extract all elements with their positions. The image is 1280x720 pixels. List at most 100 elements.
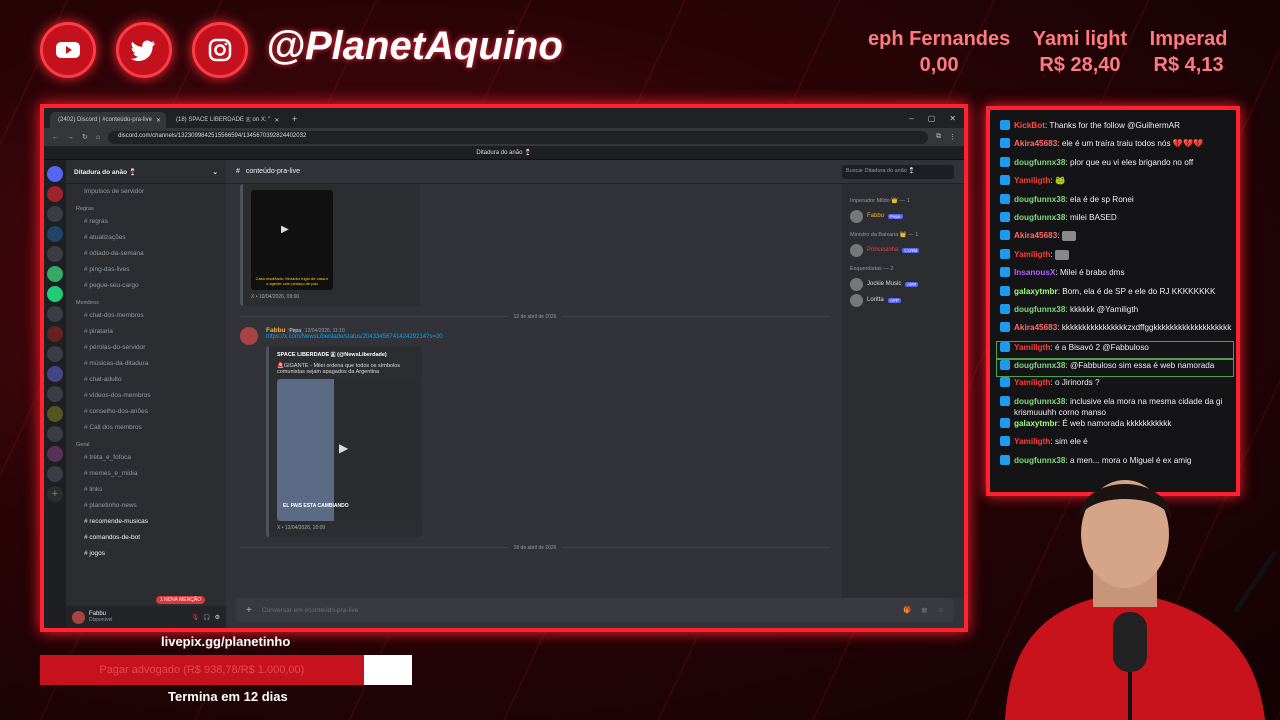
chat-username[interactable]: galaxytmbr xyxy=(1014,419,1058,428)
server-icon[interactable] xyxy=(47,406,63,422)
chat-username[interactable]: dougfunnx38 xyxy=(1014,397,1065,406)
avatar[interactable] xyxy=(72,610,85,624)
category-header[interactable]: Regras xyxy=(66,200,226,214)
menu-icon[interactable]: ⋮ xyxy=(949,133,956,141)
sidebar-item-channel[interactable]: # pirataria xyxy=(66,324,226,340)
reload-icon[interactable]: ↻ xyxy=(82,133,88,141)
chat-username[interactable]: dougfunnx38 xyxy=(1014,213,1065,222)
server-icon[interactable] xyxy=(47,206,63,222)
sidebar-item-channel[interactable]: # chat-adulto xyxy=(66,372,226,388)
member-item[interactable]: Princesinha CLRM xyxy=(850,242,956,258)
forward-icon[interactable]: → xyxy=(67,134,74,141)
sidebar-item-channel[interactable]: # recomende-musicas xyxy=(66,514,226,530)
chat-username[interactable]: Yamiligth xyxy=(1014,378,1050,387)
new-mention-badge[interactable]: 1 NOVA MENÇÃO xyxy=(156,596,206,604)
server-icon[interactable] xyxy=(47,446,63,462)
sidebar-item-channel[interactable]: # pegue-seu-cargo xyxy=(66,278,226,294)
settings-gear-icon[interactable]: ⚙ xyxy=(215,614,220,621)
chat-username[interactable]: dougfunnx38 xyxy=(1014,195,1065,204)
play-icon[interactable]: ▶ xyxy=(281,224,289,235)
member-item[interactable]: Jockie Music APP xyxy=(850,276,956,292)
server-icon[interactable] xyxy=(47,226,63,242)
chat-username[interactable]: Yamiligth xyxy=(1014,250,1050,259)
headphones-icon[interactable]: 🎧 xyxy=(203,614,210,621)
play-icon[interactable]: ▶ xyxy=(339,441,348,455)
new-tab-icon[interactable]: + xyxy=(286,114,303,128)
sidebar-item-channel[interactable]: # vídeos-dos-membros xyxy=(66,388,226,404)
server-icon[interactable] xyxy=(47,366,63,382)
chat-username[interactable]: Akira45683 xyxy=(1014,231,1057,240)
sidebar-item-channel[interactable]: # comandos-de-bot xyxy=(66,530,226,546)
chat-username[interactable]: Yamiligth xyxy=(1014,176,1050,185)
category-header[interactable]: Membros xyxy=(66,294,226,308)
embed-title[interactable]: SPACE LIBERDADE 🇦 (@NewsLiberdade) xyxy=(277,352,414,359)
sidebar-item-channel[interactable]: # atualizações xyxy=(66,230,226,246)
video-thumbnail[interactable]: ▶ Caso insolitado: Morador fugiu de casa… xyxy=(251,190,333,290)
discord-home-icon[interactable] xyxy=(47,166,63,182)
close-window-icon[interactable]: ✕ xyxy=(949,114,956,123)
sidebar-item-channel[interactable]: # treta_e_fofoca xyxy=(66,450,226,466)
sidebar-item-channel[interactable]: # conselho-dos-anões xyxy=(66,404,226,420)
chat-username[interactable]: InsanousX xyxy=(1014,268,1055,277)
server-icon[interactable] xyxy=(47,386,63,402)
sidebar-item-channel[interactable]: # ping-das-lives xyxy=(66,262,226,278)
chat-username[interactable]: dougfunnx38 xyxy=(1014,158,1065,167)
server-icon[interactable] xyxy=(47,246,63,262)
mute-icon[interactable]: 🎙 xyxy=(192,614,200,621)
tab-x[interactable]: (18) SPACE LIBERDADE 🇦 on X: " ✕ xyxy=(168,112,284,128)
server-icon[interactable] xyxy=(47,286,63,302)
sidebar-item-channel[interactable]: # links xyxy=(66,482,226,498)
message-author[interactable]: Fabbu xyxy=(266,327,286,334)
instagram-icon xyxy=(192,22,248,78)
avatar[interactable] xyxy=(240,327,258,345)
sidebar-item-channel[interactable]: # músicas-da-ditadura xyxy=(66,356,226,372)
gif-icon[interactable]: ▦ xyxy=(921,606,927,614)
server-icon[interactable] xyxy=(47,426,63,442)
sidebar-item-channel[interactable]: # chat-dos-membros xyxy=(66,308,226,324)
member-item[interactable]: Loritta APP xyxy=(850,292,956,308)
search-input[interactable]: Buscar Ditadura do anão 🍷 xyxy=(842,164,954,179)
chat-username[interactable]: dougfunnx38 xyxy=(1014,361,1065,370)
sidebar-item-channel[interactable]: # odiado-da-semana xyxy=(66,246,226,262)
server-icon[interactable] xyxy=(47,306,63,322)
server-icon[interactable] xyxy=(47,466,63,482)
chat-username[interactable]: Akira45683 xyxy=(1014,139,1057,148)
gift-icon[interactable]: 🎁 xyxy=(903,606,911,614)
add-attachment-icon[interactable]: + xyxy=(246,605,252,616)
sidebar-item-channel[interactable]: # memes_e_mídia xyxy=(66,466,226,482)
server-list: + xyxy=(44,160,66,628)
close-icon[interactable]: ✕ xyxy=(156,117,161,124)
member-item[interactable]: Fabbu Pepa xyxy=(850,208,956,224)
server-icon[interactable] xyxy=(47,326,63,342)
url-input[interactable]: discord.com/channels/1323099842515566594… xyxy=(108,130,928,144)
extensions-icon[interactable]: ⧉ xyxy=(936,133,941,141)
server-icon[interactable] xyxy=(47,346,63,362)
sidebar-item-channel[interactable]: # jogos xyxy=(66,546,226,562)
server-icon[interactable] xyxy=(47,186,63,202)
message-composer[interactable]: + Conversar em #conteúdo-pra-live 🎁 ▦ ☺ xyxy=(236,598,954,622)
minimize-icon[interactable]: – xyxy=(909,114,913,123)
chat-username[interactable]: dougfunnx38 xyxy=(1014,305,1065,314)
server-icon[interactable] xyxy=(47,266,63,282)
chat-username[interactable]: Yamiligth xyxy=(1014,437,1050,446)
close-icon[interactable]: ✕ xyxy=(274,117,279,124)
video-thumbnail[interactable]: ▶ EL PAIS ESTA CAMBIANDO xyxy=(277,379,420,521)
sidebar-item-channel[interactable]: # pérolas-do-servidor xyxy=(66,340,226,356)
chat-username[interactable]: Akira45683 xyxy=(1014,323,1057,332)
sidebar-item-channel[interactable]: # regras xyxy=(66,214,226,230)
server-boost[interactable]: Impulsos de servidor xyxy=(66,184,226,200)
sidebar-item-channel[interactable]: # Call dos membros xyxy=(66,420,226,436)
back-icon[interactable]: ← xyxy=(52,134,59,141)
tab-discord[interactable]: (2402) Discord | #conteúdo-pra-live ✕ xyxy=(50,112,166,128)
home-icon[interactable]: ⌂ xyxy=(96,134,100,141)
chat-username[interactable]: Yamiligth xyxy=(1014,343,1050,352)
chat-username[interactable]: KickBot xyxy=(1014,121,1045,130)
category-header[interactable]: Geral xyxy=(66,436,226,450)
chat-username[interactable]: galaxytmbr xyxy=(1014,287,1058,296)
guild-header[interactable]: Ditadura do anão 🍷 ⌄ xyxy=(66,160,226,184)
message-link[interactable]: https://x.com/NewsLiberdade/status/20433… xyxy=(266,334,443,340)
add-server-icon[interactable]: + xyxy=(47,486,63,502)
emoji-icon[interactable]: ☺ xyxy=(937,607,944,614)
maximize-icon[interactable]: ▢ xyxy=(928,114,936,123)
sidebar-item-channel[interactable]: # planetinho-news xyxy=(66,498,226,514)
